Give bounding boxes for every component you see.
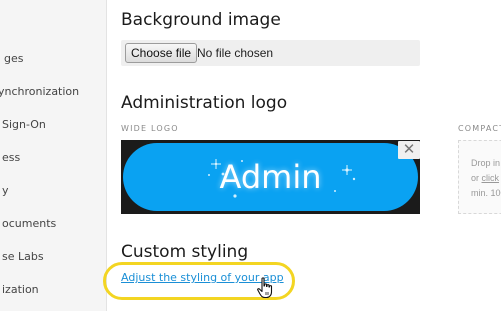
admin-logo-text: Admin — [219, 158, 322, 196]
hand-pointer-icon — [257, 277, 273, 299]
sidebar-item-labs[interactable]: se Labs — [2, 246, 106, 268]
close-icon: ✕ — [402, 140, 416, 158]
sidebar-item-documents[interactable]: ocuments — [2, 213, 106, 235]
sidebar-item-customization[interactable]: ization — [2, 279, 106, 301]
wide-logo-caption: WIDE LOGO — [121, 124, 179, 133]
sidebar-item-single-sign-on[interactable]: Sign-On — [2, 114, 106, 136]
admin-logo-image: Admin — [123, 143, 418, 211]
background-image-file-input[interactable]: Choose file No file chosen — [121, 40, 420, 66]
background-image-heading: Background image — [121, 10, 281, 30]
choose-file-button[interactable]: Choose file — [125, 43, 198, 63]
custom-styling-heading: Custom styling — [121, 242, 249, 262]
sidebar-item-access[interactable]: ess — [2, 147, 106, 169]
sidebar-item-images[interactable]: ges — [4, 48, 106, 70]
wide-logo-preview: Admin — [121, 140, 420, 214]
no-file-status: No file chosen — [197, 46, 274, 60]
dropzone-click-link[interactable]: click — [482, 173, 500, 183]
remove-logo-button[interactable]: ✕ — [398, 141, 420, 159]
dropzone-text-line-2: or click — [471, 173, 500, 183]
dropzone-text-line-1: Drop in — [471, 158, 501, 168]
compact-logo-dropzone[interactable]: Drop in or click min. 100 — [458, 140, 501, 214]
administration-logo-heading: Administration logo — [121, 93, 288, 113]
sidebar-item-privacy[interactable]: y — [2, 180, 106, 202]
sidebar-item-synchronization[interactable]: ynchronization — [0, 81, 104, 103]
compact-logo-caption: COMPACT — [458, 124, 501, 133]
sidebar-nav: ges ynchronization Sign-On ess y ocument… — [0, 0, 107, 311]
dropzone-text-line-3: min. 100 — [471, 188, 501, 198]
